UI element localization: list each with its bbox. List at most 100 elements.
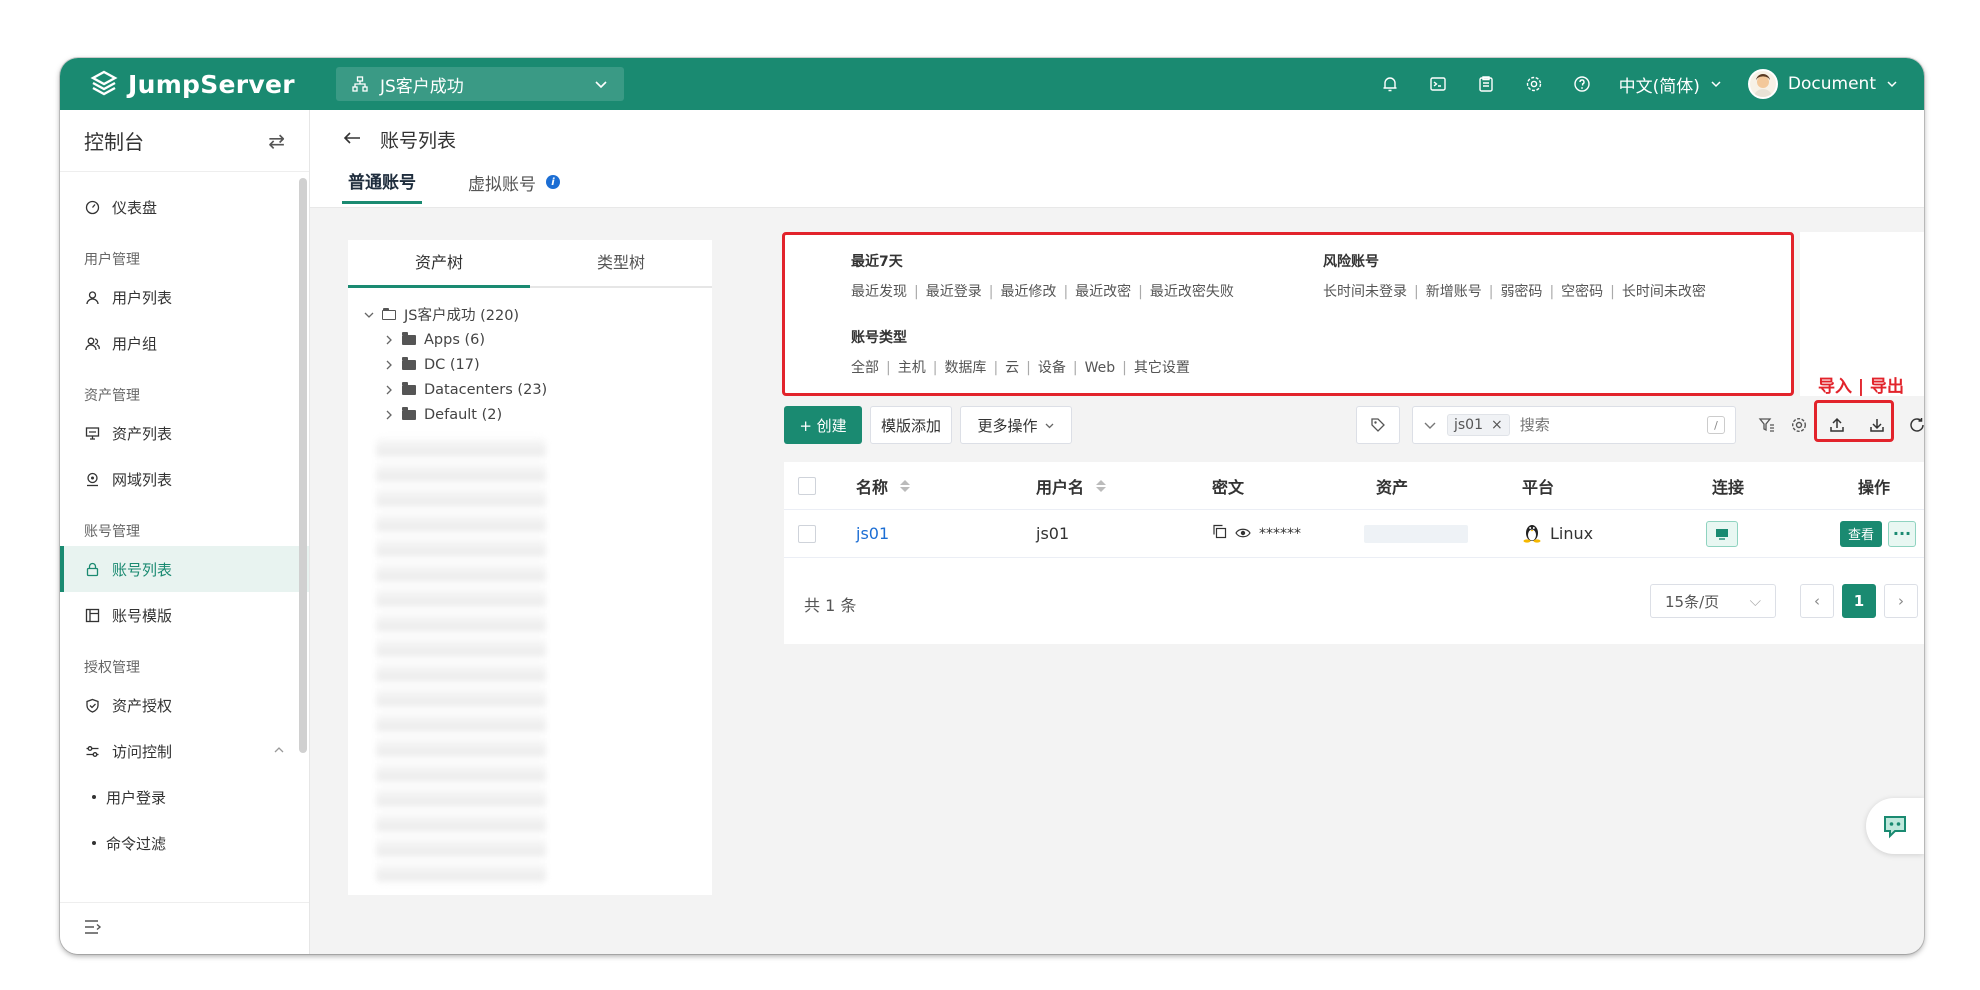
row-checkbox[interactable] (798, 524, 816, 543)
search-bar[interactable]: js01 × / (1412, 406, 1736, 444)
column-username[interactable]: 用户名 (1036, 474, 1107, 498)
connect-button[interactable] (1706, 520, 1738, 547)
tab-virtual-accounts[interactable]: 虚拟账号 i (462, 168, 566, 204)
tab-normal-accounts[interactable]: 普通账号 (342, 168, 422, 204)
sidebar-group-account: 账号管理 (84, 524, 140, 540)
gear-icon[interactable] (1523, 73, 1545, 95)
filter-link[interactable]: 最近登录 (926, 284, 982, 300)
filter-link[interactable]: 弱密码 (1500, 284, 1542, 300)
tag-filter-button[interactable] (1356, 406, 1400, 444)
copy-icon[interactable] (1212, 524, 1227, 543)
pagination: 共 1 条 15条/页 ⌵ ‹ 1 › (784, 570, 1924, 634)
chevron-right-icon (386, 335, 392, 344)
sort-icon[interactable] (900, 479, 911, 492)
filter-link[interactable]: 最近修改 (1000, 284, 1056, 300)
search-chip[interactable]: js01 × (1447, 414, 1510, 436)
user-menu[interactable]: Document (1747, 69, 1898, 99)
next-page-button[interactable]: › (1884, 584, 1918, 618)
column-filter-icon[interactable] (1756, 414, 1778, 436)
sidebar-subitem-command-filter[interactable]: 命令过滤 (60, 820, 309, 866)
tab-type-tree[interactable]: 类型树 (530, 240, 712, 286)
sidebar-item-label: 用户登录 (106, 788, 167, 807)
tree-node-label: Default (2) (424, 406, 503, 423)
back-arrow-icon[interactable] (342, 129, 362, 151)
filter-link[interactable]: 空密码 (1561, 284, 1603, 300)
column-label: 名称 (856, 477, 889, 497)
export-icon[interactable] (1866, 414, 1888, 436)
table-toolbar: + 创建 模版添加 更多操作 js01 × / (784, 400, 1924, 452)
create-button[interactable]: + 创建 (784, 406, 862, 444)
page-number-button[interactable]: 1 (1842, 584, 1876, 618)
tree-node-dc[interactable]: DC (17) (348, 352, 712, 377)
view-button[interactable]: 查看 (1840, 520, 1883, 547)
org-selector[interactable]: JS客户成功 (336, 67, 624, 101)
switch-view-icon[interactable]: ⇄ (268, 129, 285, 153)
template-add-button[interactable]: 模版添加 (870, 406, 952, 444)
sidebar-item-asset-list[interactable]: 资产列表 (60, 410, 309, 456)
page-size-select[interactable]: 15条/页 ⌵ (1650, 584, 1776, 618)
close-icon[interactable]: × (1491, 417, 1503, 433)
filter-link[interactable]: 长时间未登录 (1323, 284, 1407, 300)
column-label: 用户名 (1036, 477, 1085, 497)
sidebar-scrollbar[interactable] (299, 178, 307, 753)
eye-icon[interactable] (1235, 524, 1251, 543)
sidebar-item-user-group[interactable]: 用户组 (60, 320, 309, 366)
tree-node-datacenters[interactable]: Datacenters (23) (348, 377, 712, 402)
more-actions-button[interactable]: 更多操作 (960, 406, 1072, 444)
collapse-menu-icon[interactable] (84, 919, 102, 939)
bullet-icon (92, 841, 96, 845)
filter-link[interactable]: Web (1085, 360, 1116, 376)
settings-icon[interactable] (1788, 414, 1810, 436)
sidebar-item-dashboard[interactable]: 仪表盘 (60, 184, 309, 230)
filter-link[interactable]: 新增账号 (1426, 284, 1482, 300)
row-more-button[interactable]: ··· (1888, 520, 1917, 547)
sidebar-subitem-user-login[interactable]: 用户登录 (60, 774, 309, 820)
tab-asset-tree[interactable]: 资产树 (348, 240, 530, 288)
filter-link[interactable]: 设备 (1038, 360, 1066, 376)
filter-link[interactable]: 最近改密 (1075, 284, 1131, 300)
column-name[interactable]: 名称 (856, 474, 911, 498)
column-actions: 操作 (1858, 477, 1891, 497)
filter-link[interactable]: 最近改密失败 (1150, 284, 1234, 300)
tree-node-default[interactable]: Default (2) (348, 402, 712, 427)
info-icon[interactable]: i (546, 175, 560, 189)
refresh-icon[interactable] (1906, 414, 1924, 436)
clipboard-icon[interactable] (1475, 73, 1497, 95)
search-input[interactable] (1519, 416, 1670, 434)
filter-link[interactable]: 最近发现 (851, 284, 907, 300)
template-icon (84, 607, 100, 623)
bell-icon[interactable] (1379, 73, 1401, 95)
filter-link[interactable]: 主机 (898, 360, 926, 376)
account-name-link[interactable]: js01 (856, 524, 889, 543)
help-icon[interactable] (1571, 73, 1593, 95)
sidebar-item-access-control[interactable]: 访问控制 (60, 728, 309, 774)
sidebar-item-domain-list[interactable]: 网域列表 (60, 456, 309, 502)
sidebar-item-account-template[interactable]: 账号模版 (60, 592, 309, 638)
filter-link[interactable]: 长时间未改密 (1622, 284, 1706, 300)
tree-node-apps[interactable]: Apps (6) (348, 327, 712, 352)
sidebar-item-user-list[interactable]: 用户列表 (60, 274, 309, 320)
tree-node-root[interactable]: JS客户成功 (220) (348, 302, 712, 327)
language-selector[interactable]: 中文(简体) (1619, 72, 1722, 97)
select-all-checkbox[interactable] (798, 476, 816, 495)
filter-link[interactable]: 云 (1005, 360, 1019, 376)
sidebar-item-asset-perm[interactable]: 资产授权 (60, 682, 309, 728)
filter-link[interactable]: 数据库 (944, 360, 986, 376)
filter-group-recent: 最近7天 最近发现 | 最近登录 | 最近修改 | 最近改密 | 最近改密失败 (851, 251, 1234, 301)
terminal-icon[interactable] (1427, 73, 1449, 95)
filter-link[interactable]: 全部 (851, 360, 879, 376)
sort-icon[interactable] (1096, 479, 1107, 492)
filter-link[interactable]: 其它设置 (1134, 360, 1190, 376)
filter-group-title: 最近7天 (851, 254, 903, 270)
username: Document (1787, 74, 1876, 94)
tab-label: 虚拟账号 (468, 174, 536, 195)
sidebar-item-account-list[interactable]: 账号列表 (60, 546, 309, 592)
chat-assistant-button[interactable] (1866, 798, 1924, 854)
prev-page-button[interactable]: ‹ (1800, 584, 1834, 618)
logo[interactable]: JumpServer (90, 68, 295, 100)
table-row: js01 js01 ****** Linux 查看 ··· (784, 510, 1924, 558)
tab-label: 普通账号 (348, 173, 416, 193)
import-icon[interactable] (1826, 414, 1848, 436)
chevron-down-icon: ⌵ (1749, 592, 1761, 610)
sidebar: 控制台 ⇄ 仪表盘 用户管理 用户列表 用户组 资产管理 资产列表 网域列表 账… (60, 110, 310, 954)
